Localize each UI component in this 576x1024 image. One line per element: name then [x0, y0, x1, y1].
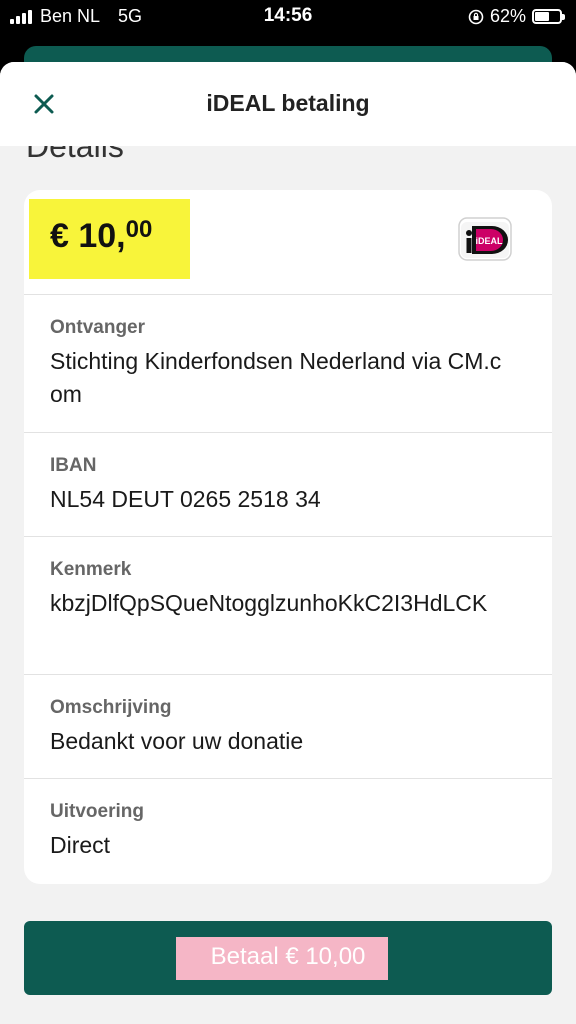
uitvoering-value: Direct	[50, 832, 111, 858]
status-right: 62%	[468, 6, 565, 27]
pay-button-label: Betaal € 10,00	[210, 943, 366, 970]
screen: Ben NL 5G 14:56 62% iDEAL betaling Detai…	[0, 0, 576, 1024]
iban-value: NL54 DEUT 0265 2518 34	[50, 486, 321, 512]
details-card: € 10,00 iDEAL Ontvanger Stichting Kinder…	[24, 190, 552, 884]
battery-percent: 62%	[489, 6, 526, 26]
sheet-header: iDEAL betaling	[0, 62, 576, 146]
ontvanger-value: Stichting Kinderfondsen Nederland via CM…	[50, 348, 502, 407]
ontvanger-label: Ontvanger	[50, 317, 146, 338]
amount: € 10,00	[50, 216, 152, 256]
kenmerk-label: Kenmerk	[50, 559, 132, 580]
status-bar: Ben NL 5G 14:56 62%	[0, 0, 576, 34]
omschrijving-label: Omschrijving	[50, 697, 172, 718]
rotation-lock-icon	[468, 9, 484, 24]
amount-main: € 10,	[50, 217, 126, 255]
ideal-logo-icon: iDEAL	[458, 217, 512, 261]
detail-row-omschrijving: Omschrijving Bedankt voor uw donatie	[24, 675, 552, 779]
amount-row: € 10,00 iDEAL	[24, 190, 552, 295]
battery-icon	[532, 9, 565, 24]
detail-row-uitvoering: Uitvoering Direct	[24, 779, 552, 882]
uitvoering-label: Uitvoering	[50, 801, 144, 822]
detail-row-iban: IBAN NL54 DEUT 0265 2518 34	[24, 433, 552, 537]
omschrijving-value: Bedankt voor uw donatie	[50, 728, 304, 754]
pay-button[interactable]: Betaal € 10,00	[24, 921, 552, 995]
detail-row-kenmerk: Kenmerk kbzjDlfQpSQueNtogglzunhoKkC2I3Hd…	[24, 537, 552, 675]
ideal-logo-text: iDEAL	[476, 236, 504, 246]
payment-sheet: iDEAL betaling Details € 10,00 iDEAL Ont…	[0, 62, 576, 1024]
kenmerk-value: kbzjDlfQpSQueNtogglzunhoKkC2I3HdLCK	[50, 590, 488, 616]
amount-cents: 00	[125, 216, 153, 243]
battery-fill	[535, 12, 549, 21]
detail-row-ontvanger: Ontvanger Stichting Kinderfondsen Nederl…	[24, 295, 552, 433]
sheet-title: iDEAL betaling	[206, 90, 370, 116]
iban-label: IBAN	[50, 455, 97, 476]
